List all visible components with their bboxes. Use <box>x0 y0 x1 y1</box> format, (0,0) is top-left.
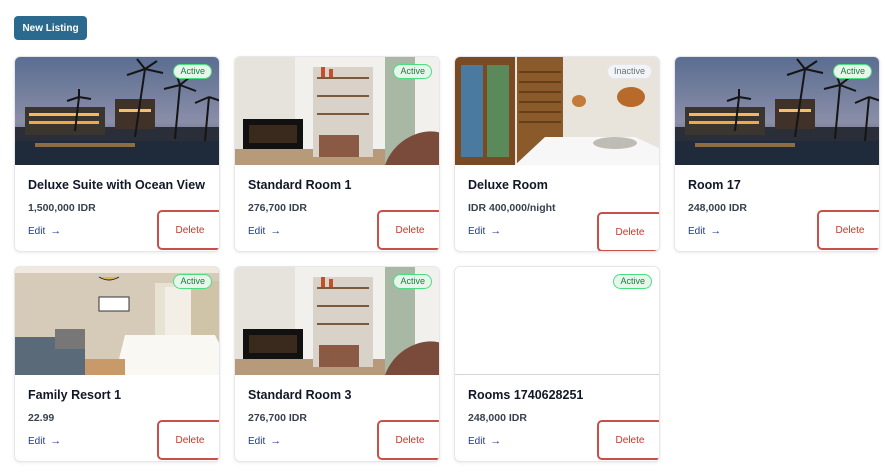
edit-label: Edit <box>28 225 46 237</box>
delete-button[interactable]: Delete <box>175 434 205 446</box>
new-listing-button[interactable]: New Listing <box>14 16 87 40</box>
listing-card: Active Standard Room 3 276,700 IDR Edit →… <box>234 266 440 462</box>
delete-button[interactable]: Delete <box>395 434 425 446</box>
listing-title: Standard Room 3 <box>248 388 352 402</box>
edit-label: Edit <box>248 225 266 237</box>
arrow-right-icon: → <box>490 225 502 237</box>
edit-label: Edit <box>248 435 266 447</box>
listing-price: 22.99 <box>28 412 55 424</box>
listing-card: Active Rooms 1740628251 248,000 IDR Edit… <box>454 266 660 462</box>
status-badge: Active <box>173 274 212 289</box>
arrow-right-icon: → <box>490 435 502 447</box>
listing-price: 248,000 IDR <box>468 412 527 424</box>
edit-link[interactable]: Edit → <box>468 435 501 447</box>
arrow-right-icon: → <box>50 225 62 237</box>
listing-title: Room 17 <box>688 178 741 192</box>
listing-title: Rooms 1740628251 <box>468 388 584 402</box>
listing-price: 1,500,000 IDR <box>28 202 96 214</box>
listing-card: Inactive Deluxe Room IDR 400,000/night E… <box>454 56 660 252</box>
status-badge: Inactive <box>606 64 652 79</box>
delete-button[interactable]: Delete <box>615 434 645 446</box>
delete-button-highlight: Delete <box>377 210 439 250</box>
delete-button-highlight: Delete <box>597 212 659 251</box>
edit-link[interactable]: Edit → <box>468 225 501 237</box>
delete-button[interactable]: Delete <box>175 224 205 236</box>
listing-price: 248,000 IDR <box>688 202 747 214</box>
delete-button-highlight: Delete <box>377 420 439 460</box>
listing-title: Family Resort 1 <box>28 388 122 402</box>
delete-button[interactable]: Delete <box>615 226 645 238</box>
status-badge: Active <box>393 64 432 79</box>
edit-link[interactable]: Edit → <box>248 435 281 447</box>
arrow-right-icon: → <box>270 435 282 447</box>
edit-link[interactable]: Edit → <box>688 225 721 237</box>
listing-title: Deluxe Room <box>468 178 548 192</box>
listing-card: Active Family Resort 1 22.99 Edit → Delet… <box>14 266 220 462</box>
edit-label: Edit <box>468 435 486 447</box>
edit-label: Edit <box>28 435 46 447</box>
listing-card: Active Standard Room 1 276,700 IDR Edit →… <box>234 56 440 252</box>
delete-button-highlight: Delete <box>597 420 659 460</box>
listing-card: Active Room 17 248,000 IDR Edit → Delete <box>674 56 880 252</box>
edit-link[interactable]: Edit → <box>248 225 281 237</box>
status-badge: Active <box>393 274 432 289</box>
status-badge: Active <box>613 274 652 289</box>
edit-label: Edit <box>688 225 706 237</box>
delete-button[interactable]: Delete <box>395 224 425 236</box>
status-badge: Active <box>833 64 872 79</box>
listing-price: 276,700 IDR <box>248 202 307 214</box>
delete-button-highlight: Delete <box>157 210 219 250</box>
status-badge: Active <box>173 64 212 79</box>
listing-title: Deluxe Suite with Ocean View <box>28 178 205 192</box>
delete-button[interactable]: Delete <box>835 224 865 236</box>
edit-label: Edit <box>468 225 486 237</box>
listing-price: IDR 400,000/night <box>468 202 556 214</box>
delete-button-highlight: Delete <box>157 420 219 460</box>
listing-price: 276,700 IDR <box>248 412 307 424</box>
edit-link[interactable]: Edit → <box>28 435 61 447</box>
listing-title: Standard Room 1 <box>248 178 352 192</box>
arrow-right-icon: → <box>50 435 62 447</box>
arrow-right-icon: → <box>710 225 722 237</box>
listing-card: Active Deluxe Suite with Ocean View 1,50… <box>14 56 220 252</box>
arrow-right-icon: → <box>270 225 282 237</box>
edit-link[interactable]: Edit → <box>28 225 61 237</box>
delete-button-highlight: Delete <box>817 210 879 250</box>
